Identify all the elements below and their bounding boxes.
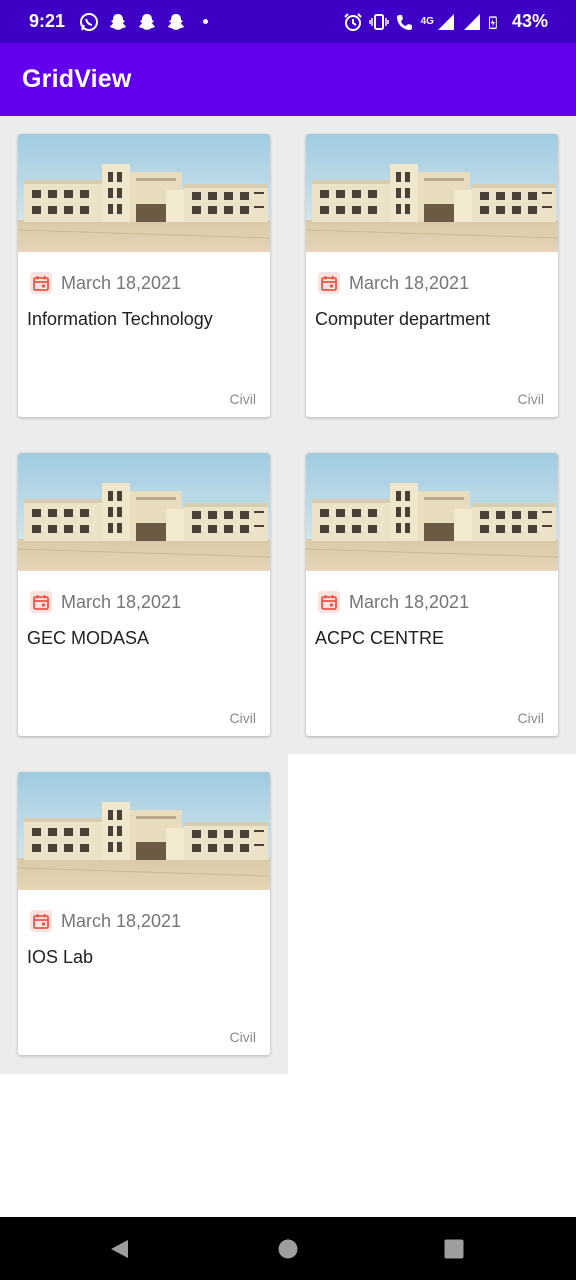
battery-charging-icon [488, 15, 497, 29]
card-image [18, 772, 270, 890]
card-tag: Civil [517, 710, 544, 726]
snapchat-icon [139, 13, 156, 30]
card-date: March 18,2021 [349, 591, 470, 612]
vibrate-icon [368, 13, 389, 30]
volte-call-icon [396, 14, 412, 30]
more-notifications-dot-icon [203, 19, 209, 24]
card-date-row: March 18,2021 [30, 591, 181, 613]
card-date: March 18,2021 [61, 272, 182, 293]
back-icon[interactable] [108, 1237, 132, 1261]
grid-card[interactable]: March 18,2021 Information Technology Civ… [18, 134, 270, 417]
signal-icon [463, 13, 480, 30]
home-icon[interactable] [276, 1237, 300, 1261]
grid-card[interactable]: March 18,2021 GEC MODASA Civil [18, 453, 270, 736]
calendar-icon [30, 272, 52, 294]
card-image [306, 453, 558, 571]
card-title: GEC MODASA [27, 628, 150, 648]
card-tag: Civil [229, 391, 256, 407]
calendar-icon [318, 591, 340, 613]
card-title: IOS Lab [27, 947, 94, 967]
card-image [18, 134, 270, 252]
card-tag: Civil [229, 710, 256, 726]
snapchat-icon [110, 13, 127, 30]
snapchat-icon [168, 13, 185, 30]
card-date-row: March 18,2021 [30, 272, 181, 294]
alarm-icon [343, 12, 362, 31]
card-date: March 18,2021 [349, 272, 470, 293]
calendar-icon [30, 591, 52, 613]
signal-icon [437, 13, 454, 30]
recents-icon[interactable] [442, 1237, 466, 1261]
grid-card[interactable]: March 18,2021 Computer department Civil [306, 134, 558, 417]
card-date-row: March 18,2021 [318, 591, 469, 613]
calendar-icon [318, 272, 340, 294]
network-type-label: 4G [420, 16, 434, 27]
whatsapp-icon [80, 12, 99, 31]
status-left: 9:21 [29, 11, 209, 32]
page-title: GridView [22, 65, 132, 93]
app-bar: GridView [0, 43, 576, 116]
card-title: Computer department [315, 309, 491, 329]
status-time: 9:21 [29, 11, 66, 31]
card-date: March 18,2021 [61, 910, 182, 931]
grid-card[interactable]: March 18,2021 IOS Lab Civil [18, 772, 270, 1055]
card-image [306, 134, 558, 252]
card-image [18, 453, 270, 571]
grid-card[interactable]: March 18,2021 ACPC CENTRE Civil [306, 453, 558, 736]
navigation-bar [0, 1217, 576, 1280]
card-date-row: March 18,2021 [318, 272, 469, 294]
status-bar: 9:21 4G 43% [0, 0, 576, 43]
calendar-icon [30, 910, 52, 932]
status-right: 4G 43% [343, 11, 548, 32]
card-tag: Civil [229, 1029, 256, 1045]
card-tag: Civil [517, 391, 544, 407]
card-title: ACPC CENTRE [315, 628, 445, 648]
card-title: Information Technology [27, 309, 213, 329]
battery-percentage: 43% [511, 11, 548, 31]
card-date-row: March 18,2021 [30, 910, 181, 932]
card-date: March 18,2021 [61, 591, 182, 612]
